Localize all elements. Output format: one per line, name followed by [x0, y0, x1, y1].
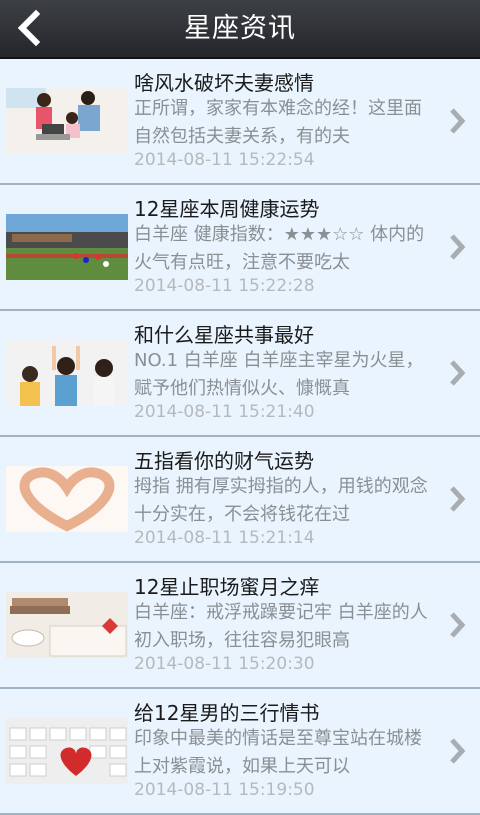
family-photo-thumbnail [6, 88, 128, 154]
item-title: 12星座本周健康运势 [134, 197, 320, 221]
item-timestamp: 2014-08-11 15:22:54 [134, 150, 315, 170]
chevron-right-icon [450, 108, 466, 134]
top-bar: 星座资讯 [0, 0, 480, 59]
item-title: 给12星男的三行情书 [134, 701, 320, 725]
news-list: 啥风水破坏夫妻感情 正所谓，家家有本难念的经！这里面自然包括夫妻关系，有的夫 2… [0, 59, 480, 815]
chevron-right-icon [450, 360, 466, 386]
item-timestamp: 2014-08-11 15:21:40 [134, 402, 315, 422]
list-item[interactable]: 五指看你的财气运势 拇指 拥有厚实拇指的人，用钱的观念十分实在，不会将钱花在过 … [0, 437, 480, 563]
item-description: 正所谓，家家有本难念的经！这里面自然包括夫妻关系，有的夫 [134, 98, 422, 147]
item-title: 和什么星座共事最好 [134, 323, 314, 347]
page-title: 星座资讯 [184, 13, 296, 44]
list-item[interactable]: 12星止职场蜜月之痒 白羊座：戒浮戒躁要记牢 白羊座的人初入职场，往往容易犯眼高… [0, 563, 480, 689]
chevron-right-icon [450, 738, 466, 764]
chevron-right-icon [450, 612, 466, 638]
item-timestamp: 2014-08-11 15:20:30 [134, 654, 315, 674]
heart-hands-thumbnail [6, 466, 128, 532]
item-timestamp: 2014-08-11 15:22:28 [134, 276, 315, 296]
chevron-right-icon [450, 486, 466, 512]
sports-field-thumbnail [6, 214, 128, 280]
item-description: 白羊座：戒浮戒躁要记牢 白羊座的人初入职场，往往容易犯眼高 [134, 602, 428, 651]
list-item[interactable]: 和什么星座共事最好 NO.1 白羊座 白羊座主宰星为火星，赋予他们热情似火、慷慨… [0, 311, 480, 437]
item-timestamp: 2014-08-11 15:21:14 [134, 528, 315, 548]
item-title: 12星止职场蜜月之痒 [134, 575, 320, 599]
item-description: 印象中最美的情话是至尊宝站在城楼上对紫霞说，如果上天可以 [134, 728, 422, 777]
item-description: NO.1 白羊座 白羊座主宰星为火星，赋予他们热情似火、慷慨真 [134, 350, 424, 399]
notebook-tea-thumbnail [6, 592, 128, 658]
list-item[interactable]: 给12星男的三行情书 印象中最美的情话是至尊宝站在城楼上对紫霞说，如果上天可以 … [0, 689, 480, 815]
item-description: 拇指 拥有厚实拇指的人，用钱的观念十分实在，不会将钱花在过 [134, 476, 428, 525]
keyboard-heart-thumbnail [6, 718, 128, 784]
chevron-right-icon [450, 234, 466, 260]
item-title: 啥风水破坏夫妻感情 [134, 71, 314, 95]
list-item[interactable]: 12星座本周健康运势 白羊座 健康指数：★★★☆☆ 体内的火气有点旺，注意不要吃… [0, 185, 480, 311]
list-item[interactable]: 啥风水破坏夫妻感情 正所谓，家家有本难念的经！这里面自然包括夫妻关系，有的夫 2… [0, 59, 480, 185]
item-title: 五指看你的财气运势 [134, 449, 314, 473]
children-photo-thumbnail [6, 340, 128, 406]
item-description: 白羊座 健康指数：★★★☆☆ 体内的火气有点旺，注意不要吃太 [134, 224, 425, 273]
item-timestamp: 2014-08-11 15:19:50 [134, 780, 315, 800]
